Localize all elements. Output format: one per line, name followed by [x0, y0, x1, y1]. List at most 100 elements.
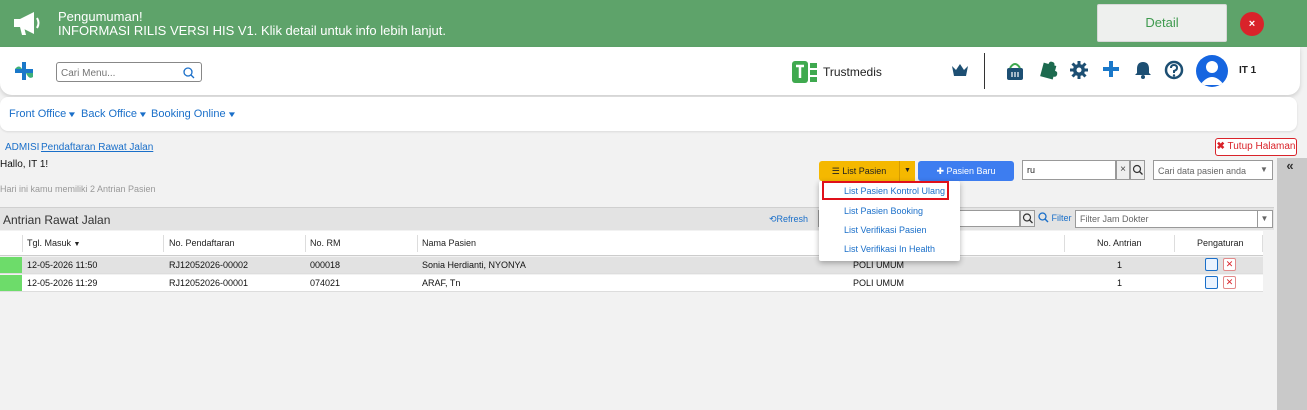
user-name[interactable]: IT 1: [1239, 65, 1256, 76]
close-page-button[interactable]: ✖ Tutup Halaman: [1215, 138, 1297, 156]
avatar[interactable]: [1196, 55, 1228, 87]
collapse-panel-icon[interactable]: «: [1279, 158, 1301, 178]
nav-booking-online[interactable]: Booking Online▼: [151, 108, 237, 120]
menu-search-box[interactable]: [56, 62, 202, 84]
column-divider: [22, 235, 23, 252]
refresh-label: Refresh: [776, 214, 809, 224]
basket-icon[interactable]: [1005, 60, 1025, 87]
edit-icon[interactable]: [1205, 276, 1218, 289]
clear-search-icon[interactable]: ×: [1116, 160, 1130, 180]
column-divider: [417, 235, 418, 252]
filter-button[interactable]: Filter: [1038, 212, 1072, 223]
side-panel-strip: [1277, 158, 1307, 410]
cell-no-rm: 074021: [310, 278, 341, 288]
col-pengaturan: Pengaturan: [1197, 238, 1244, 248]
megaphone-icon: [12, 10, 42, 41]
announcement-message: INFORMASI RILIS VERSI HIS V1. Klik detai…: [58, 23, 446, 38]
list-icon: ☰: [831, 166, 840, 176]
cell-tgl-masuk: 12-05-2026 11:50: [27, 260, 98, 270]
menu-search-input[interactable]: [57, 64, 177, 83]
search-icon: [1022, 213, 1033, 224]
doctor-search-button[interactable]: [1020, 210, 1035, 227]
table-row[interactable]: 12-05-2026 11:50 RJ12052026-00002 000018…: [0, 257, 1263, 274]
col-nama-pasien[interactable]: Nama Pasien: [422, 238, 476, 248]
search-button[interactable]: [1130, 160, 1145, 180]
gear-icon[interactable]: [1069, 60, 1089, 85]
cell-no-pendaftaran: RJ12052026-00002: [169, 260, 249, 270]
chevron-down-icon: ▼: [226, 110, 237, 119]
status-indicator: [0, 257, 22, 273]
breadcrumb-current[interactable]: Pendaftaran Rawat Jalan: [41, 142, 153, 153]
cell-nama-pasien: Sonia Herdianti, NYONYA: [422, 260, 526, 270]
chevron-down-icon: ▼: [137, 110, 149, 119]
menu-item-verifikasi-in-health[interactable]: List Verifikasi In Health: [844, 244, 935, 254]
close-announcement-button[interactable]: ×: [1240, 12, 1264, 36]
medical-cross-icon[interactable]: [1102, 60, 1120, 83]
refresh-button[interactable]: ⟲Refresh: [769, 214, 808, 225]
top-header: Trustmedis IT 1: [0, 47, 1300, 95]
col-no-antrian[interactable]: No. Antrian: [1097, 238, 1142, 248]
queue-info-text: Hari ini kamu memiliki 2 Antrian Pasien: [0, 184, 156, 194]
nav-back-office[interactable]: Back Office▼: [81, 108, 149, 120]
menu-item-booking[interactable]: List Pasien Booking: [844, 206, 923, 216]
main-nav: Front Office▼ Back Office▼ Booking Onlin…: [0, 97, 1297, 131]
col-label: Tgl. Masuk: [27, 238, 72, 248]
close-page-label: Tutup Halaman: [1227, 141, 1296, 152]
cell-poli: POLI UMUM: [853, 260, 905, 270]
greeting-text: Hallo, IT 1!: [0, 159, 49, 170]
nav-front-office[interactable]: Front Office▼: [9, 108, 78, 120]
search-icon[interactable]: [183, 66, 195, 84]
column-divider: [1064, 235, 1065, 252]
chevron-down-icon[interactable]: ▼: [1260, 160, 1274, 180]
highlight-box: [822, 181, 949, 200]
brand-name: Trustmedis: [823, 65, 882, 79]
column-divider: [305, 235, 306, 252]
announcement-bar: Pengumuman! INFORMASI RILIS VERSI HIS V1…: [0, 0, 1307, 47]
pasien-baru-label: Pasien Baru: [946, 166, 996, 176]
announcement-title: Pengumuman!: [58, 9, 143, 24]
plus-icon: ✚: [936, 166, 944, 176]
col-no-pendaftaran[interactable]: No. Pendaftaran: [169, 238, 235, 248]
cell-no-pendaftaran: RJ12052026-00001: [169, 278, 249, 288]
help-icon[interactable]: [1164, 60, 1184, 85]
patient-search-select[interactable]: Cari data pasien anda: [1153, 160, 1273, 180]
search-icon: [1132, 164, 1143, 175]
nav-label: Front Office: [9, 108, 67, 120]
puzzle-icon[interactable]: [1038, 60, 1058, 85]
menu-item-verifikasi-pasien[interactable]: List Verifikasi Pasien: [844, 225, 927, 235]
chevron-down-icon: ▼: [67, 110, 78, 119]
bell-icon[interactable]: [1135, 60, 1151, 85]
header-divider: [984, 53, 985, 89]
cell-tgl-masuk: 12-05-2026 11:29: [27, 278, 98, 288]
filter-label: Filter: [1051, 213, 1072, 223]
list-pasien-caret-icon[interactable]: ▼: [899, 161, 915, 181]
queue-title: Antrian Rawat Jalan: [3, 213, 111, 227]
nav-label: Booking Online: [151, 108, 226, 120]
cell-no-rm: 000018: [310, 260, 341, 270]
breadcrumb-root[interactable]: ADMISI: [5, 142, 39, 153]
cell-no-antrian: 1: [1117, 278, 1123, 288]
trustmedis-logo-icon: [792, 61, 818, 88]
cell-poli: POLI UMUM: [853, 278, 905, 288]
patient-search-input[interactable]: ru: [1022, 160, 1116, 180]
status-indicator: [0, 275, 22, 291]
list-pasien-label: List Pasien: [842, 166, 887, 176]
column-divider: [1174, 235, 1175, 252]
chevron-down-icon[interactable]: ▼: [1257, 211, 1271, 227]
crown-icon[interactable]: [950, 60, 970, 85]
table-row[interactable]: 12-05-2026 11:29 RJ12052026-00001 074021…: [0, 275, 1263, 292]
edit-icon[interactable]: [1205, 258, 1218, 271]
col-tgl-masuk[interactable]: Tgl. Masuk ▼: [27, 238, 80, 248]
delete-icon[interactable]: ✕: [1223, 276, 1236, 289]
search-icon: [1038, 212, 1049, 223]
app-logo-icon[interactable]: [13, 60, 35, 87]
sort-desc-icon: ▼: [73, 241, 81, 248]
delete-icon[interactable]: ✕: [1223, 258, 1236, 271]
pasien-baru-button[interactable]: ✚ Pasien Baru: [918, 161, 1014, 181]
detail-button[interactable]: Detail: [1097, 4, 1227, 42]
jam-dokter-select[interactable]: Filter Jam Dokter: [1075, 210, 1273, 228]
column-divider: [1262, 235, 1263, 252]
cell-nama-pasien: ARAF, Tn: [422, 278, 461, 288]
col-no-rm[interactable]: No. RM: [310, 238, 341, 248]
close-icon: ✖: [1216, 141, 1225, 152]
